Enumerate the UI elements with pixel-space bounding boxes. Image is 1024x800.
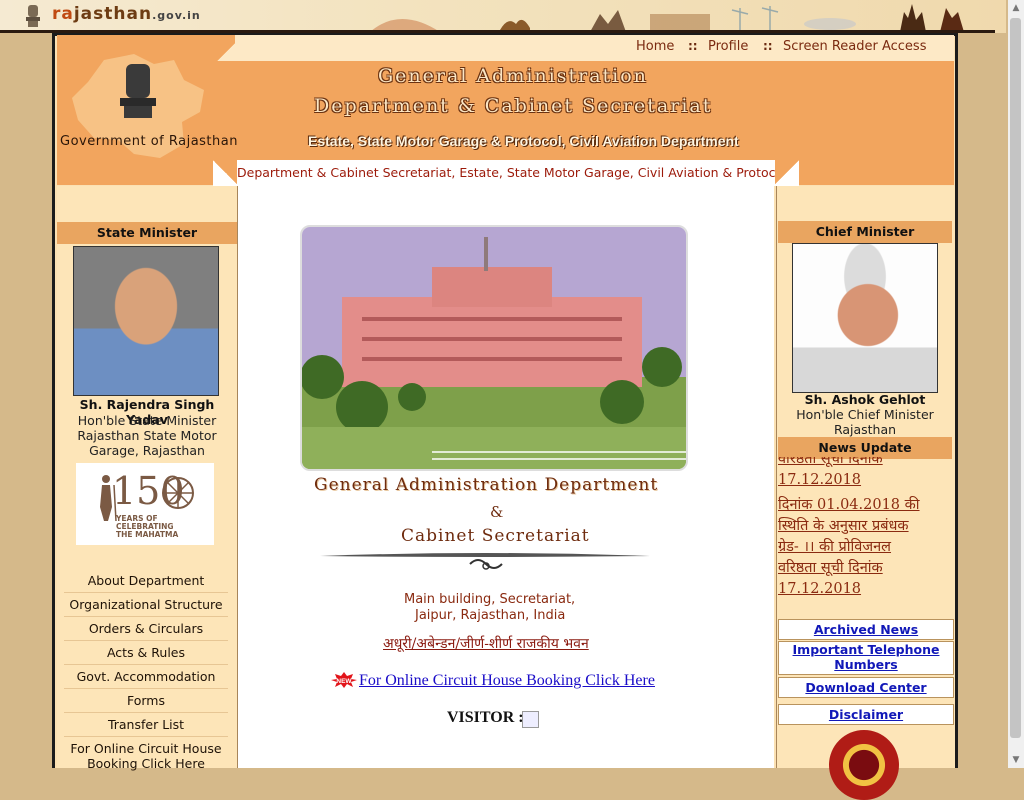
badge-caption: YEARS OF CELEBRATING THE MAHATMA <box>116 515 178 539</box>
national-emblem-icon <box>26 5 40 27</box>
circular-seal-icon[interactable] <box>829 730 899 800</box>
dept-title-line2: Cabinet Secretariat <box>401 526 590 546</box>
sidebar-item-circuit-house-booking[interactable]: For Online Circuit House Booking Click H… <box>64 741 228 775</box>
dept-title-line1: General Administration Department <box>314 475 659 495</box>
scrollbar-thumb[interactable] <box>1010 18 1021 738</box>
rajasthan-map-emblem-icon <box>72 54 204 158</box>
chief-minister-photo <box>792 243 938 393</box>
secretariat-building-photo <box>300 225 688 471</box>
chief-minister-name: Sh. Ashok Gehlot <box>804 392 926 407</box>
nav-profile-link[interactable]: Profile <box>708 39 748 54</box>
150-years-mahatma-banner[interactable]: 150 YEARS OF CELEBRATING THE MAHATMA <box>76 463 214 545</box>
abandoned-buildings-link[interactable]: अधूरी/अबेन्डन/जीर्ण-शीर्ण राजकीय भवन <box>383 634 589 653</box>
ornamental-divider-icon <box>320 553 650 570</box>
scroll-up-arrow-icon[interactable]: ▲ <box>1008 0 1024 16</box>
portal-top-strip: rajasthan.gov.in <box>0 0 1006 33</box>
sidebar-item-organizational-structure[interactable]: Organizational Structure <box>64 597 228 617</box>
logo-prefix: ra <box>52 4 74 24</box>
header-title-line2: Department & Cabinet Secretariat <box>314 95 713 117</box>
news-item-line[interactable]: स्थिति के अनुसार प्रबंधक <box>778 516 952 537</box>
dept-title-ampersand: & <box>490 503 504 521</box>
news-item-line[interactable]: 17.12.2018 <box>778 470 952 491</box>
news-update-scroller: वरिष्ठता सूची दिनांक 17.12.2018 दिनांक 0… <box>778 457 952 612</box>
address-line1: Main building, Secretariat, <box>404 592 576 607</box>
charkha-wheel-icon <box>162 477 194 509</box>
state-minister-heading: State Minister <box>57 222 237 244</box>
marquee-bar: Department & Cabinet Secretariat, Estate… <box>237 160 775 186</box>
marquee-text[interactable]: Department & Cabinet Secretariat, Estate… <box>237 165 775 180</box>
news-item-line[interactable]: दिनांक 01.04.2018 की <box>778 495 952 516</box>
state-minister-role-3: Garage, Rajasthan <box>89 443 205 458</box>
new-badge-text: NEW <box>336 678 352 685</box>
sidebar-item-acts-rules[interactable]: Acts & Rules <box>64 645 228 665</box>
state-minister-role-1: Hon'ble State Minister <box>77 413 217 428</box>
state-minister-role-2: Rajasthan State Motor <box>77 428 217 443</box>
logo-mid: jasthan <box>73 4 153 24</box>
govt-of-rajasthan-label: Government of Rajasthan <box>60 134 238 149</box>
chief-minister-role-2: Rajasthan <box>833 422 897 437</box>
marquee-notch-right <box>773 160 799 186</box>
header-title-line1: General Administration <box>378 65 648 87</box>
circuit-house-booking-link[interactable]: For Online Circuit House Booking Click H… <box>359 672 655 690</box>
sidebar-item-orders-circulars[interactable]: Orders & Circulars <box>64 621 228 641</box>
address-line2: Jaipur, Rajasthan, India <box>415 608 566 623</box>
disclaimer-link[interactable]: Disclaimer <box>778 704 954 725</box>
visitor-label: VISITOR : <box>447 709 524 726</box>
news-update-heading: News Update <box>778 437 952 459</box>
sidebar-item-govt-accommodation[interactable]: Govt. Accommodation <box>64 669 228 689</box>
marquee-notch-left <box>213 160 239 186</box>
nav-separator: :: <box>763 39 773 53</box>
chief-minister-role-1: Hon'ble Chief Minister <box>796 407 934 422</box>
news-item-line[interactable]: ग्रेड- ।। की प्रोविजनल <box>778 537 952 558</box>
download-center-link[interactable]: Download Center <box>778 677 954 698</box>
news-item-line[interactable]: वरिष्ठता सूची दिनांक <box>778 457 952 470</box>
news-item-line[interactable]: वरिष्ठता सूची दिनांक <box>778 558 952 579</box>
badge-caption-line: THE MAHATMA <box>116 530 179 539</box>
nav-screen-reader-link[interactable]: Screen Reader Access <box>783 39 926 54</box>
visitor-counter-broken-image-icon <box>522 711 539 728</box>
rajasthan-portal-logo[interactable]: rajasthan.gov.in <box>52 4 201 24</box>
news-item-line[interactable]: 17.12.2018 <box>778 579 952 600</box>
sidebar-item-transfer-list[interactable]: Transfer List <box>64 717 228 737</box>
nav-home-link[interactable]: Home <box>636 39 674 54</box>
sidebar-item-forms[interactable]: Forms <box>64 693 228 713</box>
sidebar-item-about-department[interactable]: About Department <box>64 573 228 593</box>
logo-domain: .gov.in <box>152 9 201 22</box>
scroll-down-arrow-icon[interactable]: ▼ <box>1008 752 1024 768</box>
nav-separator: :: <box>688 39 698 53</box>
landmark-skyline-banner <box>370 4 964 32</box>
header-title-line3: Estate, State Motor Garage & Protocol, C… <box>308 133 739 149</box>
new-badge-icon: NEW <box>331 672 357 688</box>
archived-news-link[interactable]: Archived News <box>778 619 954 640</box>
telephone-numbers-link[interactable]: Important Telephone Numbers <box>778 641 954 675</box>
chief-minister-heading: Chief Minister <box>778 221 952 243</box>
state-minister-photo <box>73 246 219 396</box>
